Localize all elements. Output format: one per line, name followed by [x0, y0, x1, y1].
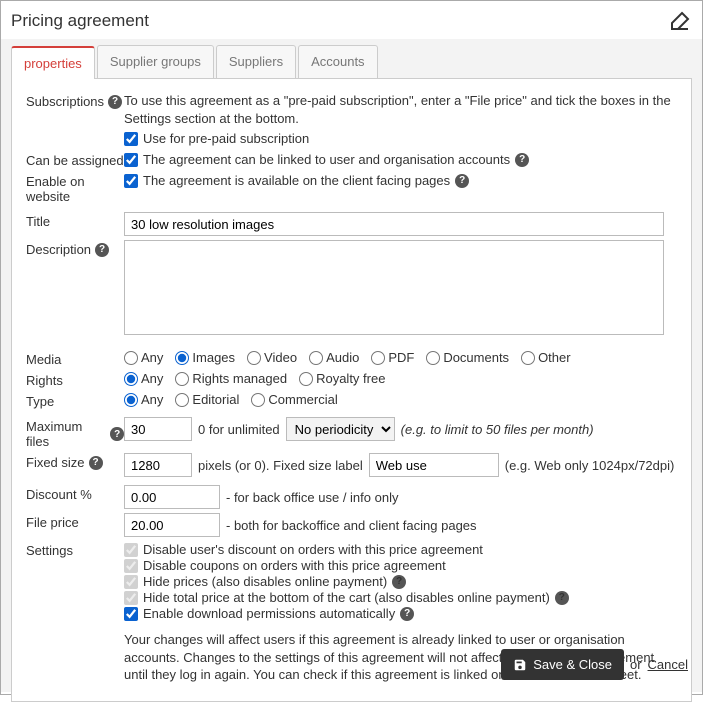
fixedsize-hint: pixels (or 0). Fixed size label: [198, 458, 363, 473]
fixedsize-eg: (e.g. Web only 1024px/72dpi): [505, 458, 675, 473]
save-icon: [513, 658, 527, 672]
help-icon[interactable]: ?: [392, 575, 406, 589]
tab-properties[interactable]: properties: [11, 46, 95, 79]
fileprice-hint: - both for backoffice and client facing …: [226, 518, 477, 533]
help-icon[interactable]: ?: [400, 607, 414, 621]
type-label: Type: [26, 394, 54, 409]
setting4-checkbox: [124, 591, 138, 605]
type-commercial-radio[interactable]: [251, 393, 265, 407]
setting3-checkbox: [124, 575, 138, 589]
description-label: Description: [26, 242, 91, 257]
setting1-checkbox: [124, 543, 138, 557]
media-images-radio[interactable]: [175, 351, 189, 365]
enable-website-text: The agreement is available on the client…: [143, 173, 450, 188]
subscriptions-label: Subscriptions: [26, 94, 104, 109]
help-icon[interactable]: ?: [110, 427, 124, 441]
rights-any-radio[interactable]: [124, 372, 138, 386]
maxfiles-input[interactable]: [124, 417, 192, 441]
periodicity-select[interactable]: No periodicity: [286, 417, 395, 441]
help-icon[interactable]: ?: [108, 95, 122, 109]
assigned-text: The agreement can be linked to user and …: [143, 152, 510, 167]
prepay-checkbox[interactable]: [124, 132, 138, 146]
help-icon[interactable]: ?: [455, 174, 469, 188]
discount-hint: - for back office use / info only: [226, 490, 398, 505]
media-documents-radio[interactable]: [426, 351, 440, 365]
or-text: or: [630, 657, 642, 672]
rights-label: Rights: [26, 373, 63, 388]
help-icon[interactable]: ?: [95, 243, 109, 257]
tab-suppliers[interactable]: Suppliers: [216, 45, 296, 78]
media-video-radio[interactable]: [247, 351, 261, 365]
media-label: Media: [26, 352, 61, 367]
discount-input[interactable]: [124, 485, 220, 509]
fileprice-label: File price: [26, 515, 79, 530]
maxfiles-hint: 0 for unlimited: [198, 422, 280, 437]
media-any-radio[interactable]: [124, 351, 138, 365]
cancel-link[interactable]: Cancel: [648, 657, 688, 672]
fixedsize-label: Fixed size: [26, 455, 85, 470]
assigned-label: Can be assigned: [26, 153, 124, 168]
media-audio-radio[interactable]: [309, 351, 323, 365]
rights-rf-radio[interactable]: [299, 372, 313, 386]
type-any-radio[interactable]: [124, 393, 138, 407]
help-icon[interactable]: ?: [555, 591, 569, 605]
tab-supplier-groups[interactable]: Supplier groups: [97, 45, 214, 78]
settings-label: Settings: [26, 543, 73, 558]
discount-label: Discount %: [26, 487, 92, 502]
maxfiles-label: Maximum files: [26, 419, 106, 449]
fixedsizelabel-input[interactable]: [369, 453, 499, 477]
save-close-button[interactable]: Save & Close: [501, 649, 624, 680]
setting5-checkbox[interactable]: [124, 607, 138, 621]
tab-accounts[interactable]: Accounts: [298, 45, 377, 78]
description-textarea[interactable]: [124, 240, 664, 335]
fixedsize-input[interactable]: [124, 453, 192, 477]
title-input[interactable]: [124, 212, 664, 236]
media-other-radio[interactable]: [521, 351, 535, 365]
type-editorial-radio[interactable]: [175, 393, 189, 407]
subscriptions-intro: To use this agreement as a "pre-paid sub…: [124, 92, 677, 127]
enable-website-checkbox[interactable]: [124, 174, 138, 188]
page-title: Pricing agreement: [11, 11, 149, 31]
periodicity-hint: (e.g. to limit to 50 files per month): [401, 422, 594, 437]
enable-website-label: Enable on website: [26, 174, 124, 204]
assigned-checkbox[interactable]: [124, 153, 138, 167]
media-pdf-radio[interactable]: [371, 351, 385, 365]
help-icon[interactable]: ?: [89, 456, 103, 470]
prepay-label: Use for pre-paid subscription: [143, 131, 309, 146]
help-icon[interactable]: ?: [515, 153, 529, 167]
fileprice-input[interactable]: [124, 513, 220, 537]
title-label: Title: [26, 214, 50, 229]
edit-icon[interactable]: [668, 9, 692, 33]
setting2-checkbox: [124, 559, 138, 573]
rights-rm-radio[interactable]: [175, 372, 189, 386]
